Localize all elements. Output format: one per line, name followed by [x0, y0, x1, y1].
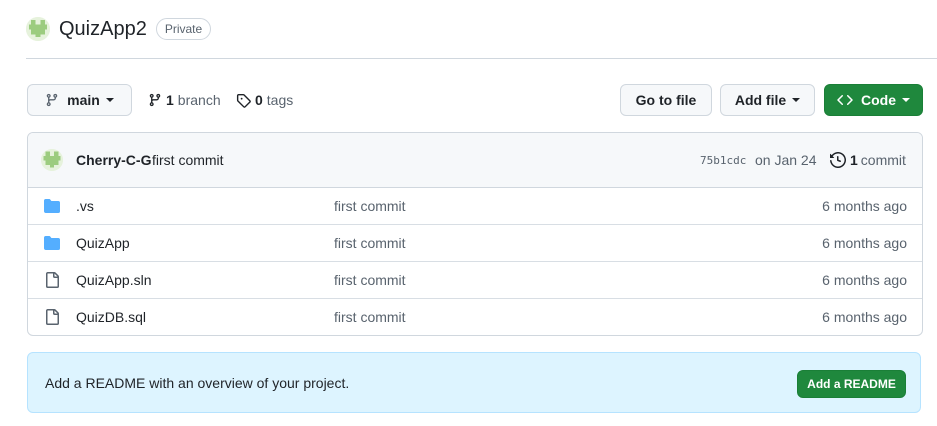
file-icon	[44, 309, 60, 325]
code-icon	[837, 92, 853, 108]
branches-link[interactable]: 1 branch	[148, 84, 221, 116]
commit-history-link[interactable]: 1 commit	[830, 152, 906, 168]
add-file-label: Add file	[734, 92, 787, 108]
commit-count-label: commit	[860, 152, 906, 168]
file-commit-message[interactable]: first commit	[334, 198, 406, 214]
branch-count-label: branch	[177, 92, 221, 108]
code-button[interactable]: Code	[824, 84, 923, 116]
chevron-down-icon	[902, 98, 910, 102]
repo-header: QuizApp2 Private	[26, 14, 212, 44]
code-label: Code	[861, 92, 896, 108]
file-age: 6 months ago	[822, 235, 907, 251]
commit-sha[interactable]: 75b1cdc	[700, 154, 746, 167]
folder-icon	[44, 235, 60, 251]
file-age: 6 months ago	[822, 309, 907, 325]
chevron-down-icon	[105, 98, 114, 102]
readme-banner: Add a README with an overview of your pr…	[27, 352, 921, 413]
header-divider	[26, 58, 937, 59]
visibility-badge: Private	[155, 18, 212, 40]
tags-link[interactable]: 0 tags	[236, 84, 293, 116]
file-commit-message[interactable]: first commit	[334, 235, 406, 251]
file-row[interactable]: QuizDB.sql first commit 6 months ago	[28, 299, 922, 335]
folder-icon	[44, 198, 60, 214]
add-readme-button[interactable]: Add a README	[797, 370, 906, 398]
file-row[interactable]: QuizApp first commit 6 months ago	[28, 225, 922, 262]
file-name[interactable]: QuizDB.sql	[76, 309, 146, 325]
chevron-down-icon	[792, 98, 801, 102]
go-to-file-button[interactable]: Go to file	[620, 84, 712, 116]
file-age: 6 months ago	[822, 198, 907, 214]
file-name[interactable]: QuizApp.sln	[76, 272, 151, 288]
file-commit-message[interactable]: first commit	[334, 272, 406, 288]
git-branch-icon	[45, 93, 59, 107]
add-file-button[interactable]: Add file	[720, 84, 815, 116]
commit-count: 1	[850, 152, 858, 168]
history-icon	[830, 152, 846, 168]
file-age: 6 months ago	[822, 272, 907, 288]
tag-icon	[236, 93, 251, 108]
owner-avatar[interactable]	[26, 17, 50, 41]
tag-count: 0	[255, 92, 263, 108]
latest-commit-bar: Cherry-C-G first commit 75b1cdc on Jan 2…	[28, 133, 922, 188]
file-row[interactable]: QuizApp.sln first commit 6 months ago	[28, 262, 922, 299]
tag-count-label: tags	[266, 92, 294, 108]
git-branch-icon	[149, 93, 161, 107]
commit-message[interactable]: first commit	[152, 152, 224, 168]
branch-count: 1	[166, 92, 174, 108]
file-icon	[44, 272, 60, 288]
branch-name: main	[67, 92, 100, 108]
file-name[interactable]: .vs	[76, 198, 94, 214]
repo-name[interactable]: QuizApp2	[59, 18, 147, 41]
branch-select-button[interactable]: main	[27, 84, 132, 116]
commit-author[interactable]: Cherry-C-G	[76, 152, 151, 168]
file-table: Cherry-C-G first commit 75b1cdc on Jan 2…	[27, 132, 923, 336]
file-row[interactable]: .vs first commit 6 months ago	[28, 188, 922, 225]
repo-toolbar: main 1 branch 0 tags Go to file Add file…	[27, 84, 923, 116]
file-name[interactable]: QuizApp	[76, 235, 130, 251]
commit-author-avatar[interactable]	[41, 149, 63, 171]
file-commit-message[interactable]: first commit	[334, 309, 406, 325]
commit-date: on Jan 24	[755, 152, 817, 168]
readme-banner-text: Add a README with an overview of your pr…	[45, 375, 350, 391]
